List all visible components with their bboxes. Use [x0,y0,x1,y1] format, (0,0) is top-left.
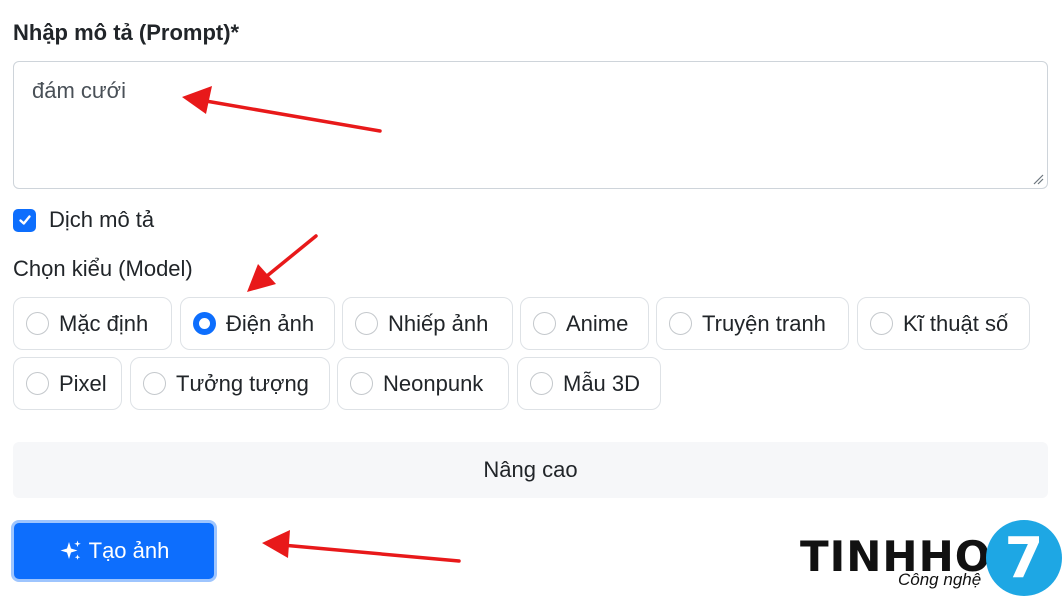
prompt-textarea[interactable]: đám cưới [13,61,1048,189]
generate-label: Tạo ảnh [88,538,170,563]
radio-circle[interactable] [26,372,49,395]
radio-circle[interactable] [355,312,378,335]
radio-circle[interactable] [669,312,692,335]
radio-circle[interactable] [350,372,373,395]
radio-circle[interactable] [870,312,893,335]
model-option-mac-dinh[interactable]: Mặc định [13,297,172,350]
model-option-label: Mặc định [59,310,149,336]
radio-circle[interactable] [26,312,49,335]
radio-circle[interactable] [143,372,166,395]
translate-toggle[interactable]: Dịch mô tả [13,207,154,233]
model-option-anime[interactable]: Anime [520,297,649,350]
model-option-label: Kĩ thuật số [903,310,1009,336]
model-option-label: Truyện tranh [702,310,826,336]
logo-tagline: Công nghệ [898,570,982,589]
generate-image-button[interactable]: Tạo ảnh [11,520,217,582]
translate-label: Dịch mô tả [49,207,155,232]
translate-checkbox[interactable] [13,208,36,232]
model-option-truyen-tranh[interactable]: Truyện tranh [656,297,849,350]
model-option-label: Pixel [59,370,107,396]
model-option-label: Anime [566,310,629,336]
model-label: Chọn kiểu (Model) [13,256,193,281]
advanced-toggle[interactable]: Nâng cao [13,442,1048,498]
model-option-label: Neonpunk [383,370,484,396]
prompt-label: Nhập mô tả (Prompt)* [13,20,240,45]
model-option-dien-anh[interactable]: Điện ảnh [180,297,335,350]
model-option-nhiep-anh[interactable]: Nhiếp ảnh [342,297,513,350]
model-option-label: Tưởng tượng [176,370,309,396]
model-option-neonpunk[interactable]: Neonpunk [337,357,509,410]
radio-circle[interactable] [530,372,553,395]
model-option-tuong-tuong[interactable]: Tưởng tượng [130,357,330,410]
resize-handle-icon[interactable] [1032,173,1044,185]
checkmark-icon [18,215,31,225]
model-option-pixel[interactable]: Pixel [13,357,122,410]
sparkles-icon [60,540,81,560]
prompt-value: đám cưới [32,78,126,103]
radio-circle[interactable] [533,312,556,335]
model-option-mau-3d[interactable]: Mẫu 3D [517,357,661,410]
logo-badge: 7 [986,520,1062,596]
model-option-label: Nhiếp ảnh [388,310,489,336]
logo-badge-text: 7 [1004,525,1044,591]
tinhhoa-logo: TINHHOA Công nghệ 7 [800,518,1062,596]
advanced-label: Nâng cao [483,457,578,482]
arrow-to-generate [262,530,461,563]
model-option-label: Điện ảnh [226,310,315,336]
radio-circle-selected[interactable] [193,312,216,335]
model-option-ki-thuat-so[interactable]: Kĩ thuật số [857,297,1030,350]
model-option-label: Mẫu 3D [563,370,641,396]
arrow-to-model [247,234,318,292]
